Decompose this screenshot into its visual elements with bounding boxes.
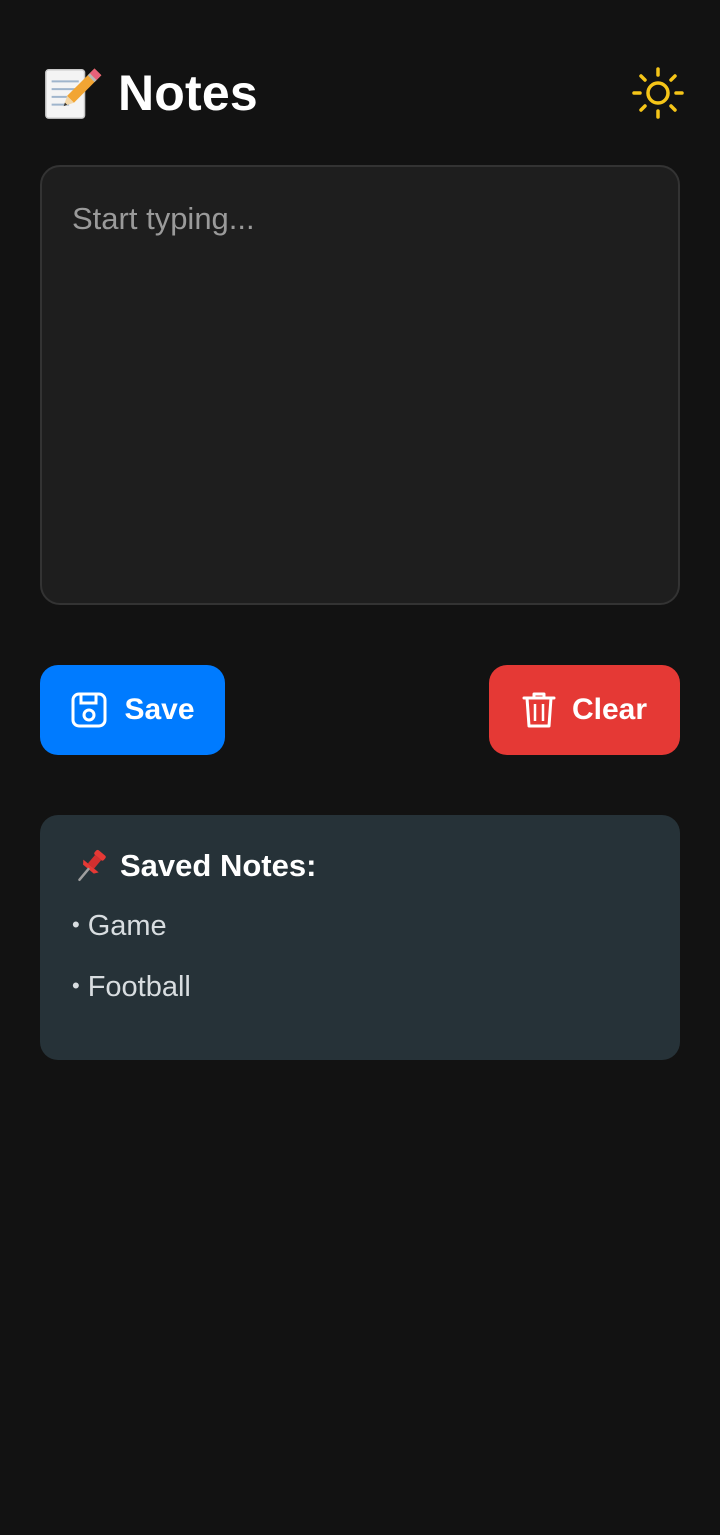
title-wrap: Notes	[40, 62, 258, 124]
note-input[interactable]	[40, 165, 680, 605]
notes-app: Notes Save	[0, 0, 720, 1535]
save-button-label: Save	[124, 693, 195, 726]
clear-button-label: Clear	[571, 693, 648, 726]
saved-notes-header: Saved Notes:	[72, 847, 648, 885]
saved-notes-title: Saved Notes:	[120, 848, 317, 883]
memo-icon	[45, 68, 102, 119]
list-item[interactable]: • Game	[72, 907, 648, 968]
list-item[interactable]: • Football	[72, 968, 648, 1029]
sun-icon	[632, 67, 684, 119]
bullet: •	[72, 912, 80, 937]
floppy-disk-icon	[71, 692, 107, 728]
pushpin-icon	[78, 849, 106, 882]
theme-toggle-button[interactable]	[628, 63, 688, 123]
trash-icon	[522, 692, 556, 728]
page-title: Notes	[118, 65, 258, 121]
clear-button[interactable]: Clear	[489, 665, 680, 755]
saved-notes-list: • Game • Football	[72, 907, 648, 1029]
note-label: Game	[87, 910, 167, 942]
save-button[interactable]: Save	[40, 665, 225, 755]
saved-notes-panel: Saved Notes: • Game • Football	[40, 815, 680, 1060]
note-label: Football	[87, 971, 191, 1003]
bullet: •	[72, 973, 80, 998]
app-header: Notes	[40, 58, 684, 128]
